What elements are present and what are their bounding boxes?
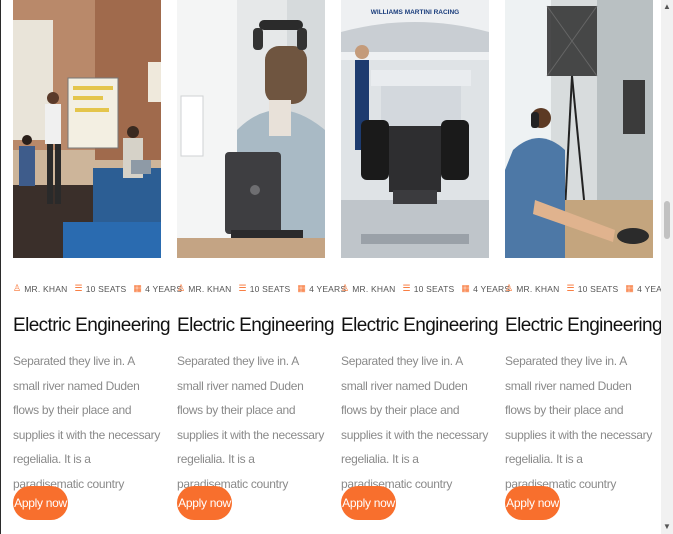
years-meta: ▦ 4 YEARS	[133, 283, 182, 294]
course-photo[interactable]	[177, 0, 325, 258]
course-meta: ♙ MR. KHAN ☰ 10 SEATS ▦ 4 YEARS	[13, 283, 189, 294]
racing-car-garage-image: WILLIAMS MARTINI RACING	[341, 0, 489, 258]
apply-now-button[interactable]: Apply now	[505, 486, 560, 520]
team-banner: WILLIAMS MARTINI RACING	[371, 9, 459, 16]
person-icon: ♙	[505, 283, 514, 293]
office-team-meeting-image	[13, 0, 161, 258]
seats-meta: ☰ 10 SEATS	[74, 283, 126, 294]
seats-count: 10 SEATS	[85, 283, 127, 294]
course-card: ♙ MR. KHAN ☰ 10 SEATS ▦ 4 YEARS Electric En…	[505, 0, 673, 520]
course-meta: ♙ MR. KHAN ☰ 10 SEATS ▦ 4 YEARS	[341, 283, 517, 294]
calendar-icon: ▦	[133, 283, 143, 293]
course-title[interactable]: Electric Engineering	[341, 315, 499, 337]
table-icon: ☰	[566, 283, 575, 293]
course-card: WILLIAMS MARTINI RACING ♙ MR. KHAN ☰ 10 SE…	[341, 0, 510, 520]
seats-count: 10 SEATS	[249, 283, 291, 294]
course-meta: ♙ MR. KHAN ☰ 10 SEATS ▦ 4 YEARS	[177, 283, 353, 294]
calendar-icon: ▦	[461, 283, 471, 293]
teacher-meta: ♙ MR. KHAN	[505, 283, 559, 294]
course-card: ♙ MR. KHAN ☰ 10 SEATS ▦ 4 YEARS Electric En…	[13, 0, 182, 520]
years-meta: ▦ 4 YEARS	[461, 283, 510, 294]
course-description: Separated they live in. A small river na…	[341, 354, 489, 491]
scroll-down-arrow-icon[interactable]: ▼	[661, 520, 673, 534]
person-icon: ♙	[177, 283, 186, 293]
recording-studio-image	[505, 0, 653, 258]
apply-now-button[interactable]: Apply now	[13, 486, 68, 520]
vertical-scrollbar[interactable]: ▲ ▼	[661, 0, 673, 534]
course-title[interactable]: Electric Engineering	[13, 315, 171, 337]
teacher-name: MR. KHAN	[188, 283, 232, 294]
course-description: Separated they live in. A small river na…	[505, 354, 653, 491]
course-description: Separated they live in. A small river na…	[177, 354, 325, 491]
apply-now-button[interactable]: Apply now	[177, 486, 232, 520]
window-edge	[0, 0, 1, 534]
table-icon: ☰	[238, 283, 247, 293]
seats-meta: ☰ 10 SEATS	[402, 283, 454, 294]
course-card: ♙ MR. KHAN ☰ 10 SEATS ▦ 4 YEARS Electric En…	[177, 0, 346, 520]
teacher-name: MR. KHAN	[24, 283, 68, 294]
teacher-name: MR. KHAN	[352, 283, 396, 294]
course-title[interactable]: Electric Engineering	[177, 315, 335, 337]
course-title[interactable]: Electric Engineering	[505, 315, 663, 337]
course-meta: ♙ MR. KHAN ☰ 10 SEATS ▦ 4 YEARS	[505, 283, 673, 294]
apply-now-button[interactable]: Apply now	[341, 486, 396, 520]
teacher-name: MR. KHAN	[516, 283, 560, 294]
table-icon: ☰	[402, 283, 411, 293]
course-grid: ♙ MR. KHAN ☰ 10 SEATS ▦ 4 YEARS Electric En…	[13, 0, 673, 534]
course-photo[interactable]	[13, 0, 161, 258]
course-photo[interactable]: WILLIAMS MARTINI RACING	[341, 0, 489, 258]
years-meta: ▦ 4 YEARS	[297, 283, 346, 294]
person-with-headphones-laptop-image	[177, 0, 325, 258]
scrollbar-thumb[interactable]	[664, 201, 670, 239]
teacher-meta: ♙ MR. KHAN	[341, 283, 395, 294]
person-icon: ♙	[341, 283, 350, 293]
seats-count: 10 SEATS	[413, 283, 455, 294]
calendar-icon: ▦	[297, 283, 307, 293]
scroll-up-arrow-icon[interactable]: ▲	[661, 0, 673, 14]
course-photo[interactable]	[505, 0, 653, 258]
person-icon: ♙	[13, 283, 22, 293]
seats-count: 10 SEATS	[577, 283, 619, 294]
course-description: Separated they live in. A small river na…	[13, 354, 161, 491]
teacher-meta: ♙ MR. KHAN	[177, 283, 231, 294]
table-icon: ☰	[74, 283, 83, 293]
seats-meta: ☰ 10 SEATS	[566, 283, 618, 294]
calendar-icon: ▦	[625, 283, 635, 293]
teacher-meta: ♙ MR. KHAN	[13, 283, 67, 294]
seats-meta: ☰ 10 SEATS	[238, 283, 290, 294]
